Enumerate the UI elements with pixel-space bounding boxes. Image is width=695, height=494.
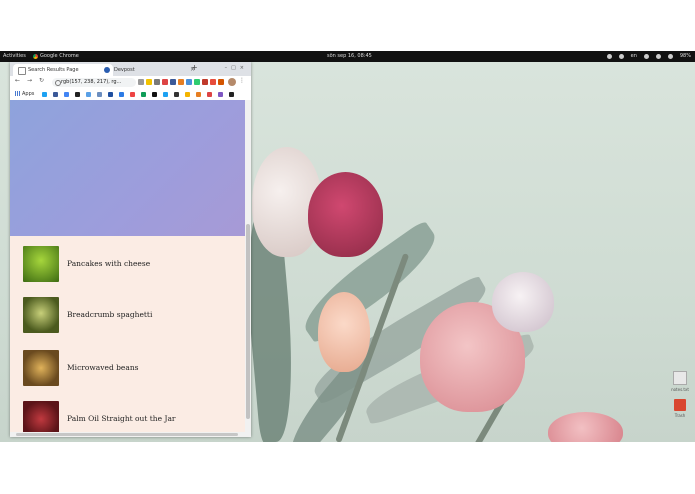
list-item[interactable]: Pancakes with cheese <box>23 246 238 282</box>
bookmark-icon[interactable] <box>130 92 135 97</box>
result-title: Microwaved beans <box>67 363 139 372</box>
extension-icon[interactable] <box>202 79 208 85</box>
bookmark-icon[interactable] <box>97 92 102 97</box>
devpost-icon <box>104 67 110 73</box>
forward-icon[interactable]: → <box>27 77 32 84</box>
gnome-top-bar: Activities Google Chrome sön sep 16, 08:… <box>0 51 695 62</box>
result-title: Pancakes with cheese <box>67 259 151 268</box>
language-indicator[interactable]: en <box>631 51 637 62</box>
extension-icon[interactable] <box>154 79 160 85</box>
desktop-screen: Activities Google Chrome sön sep 16, 08:… <box>0 51 695 442</box>
result-title: Breadcrumb spaghetti <box>67 310 153 319</box>
apps-grid-icon <box>15 91 20 96</box>
page-viewport: Pancakes with cheese Breadcrumb spaghett… <box>10 100 251 437</box>
scrollbar-thumb[interactable] <box>16 433 238 436</box>
file-icon <box>673 371 687 385</box>
result-thumbnail <box>23 350 59 386</box>
chrome-window: Search Results Page × Devpost × + –□× ← … <box>10 62 251 437</box>
battery-percent: 98% <box>679 53 691 59</box>
address-bar[interactable]: rgb(157, 238, 217), rg... <box>52 78 136 87</box>
apps-label: Apps <box>22 91 35 97</box>
desktop-file-icon[interactable]: notes.txt <box>667 371 693 392</box>
trash-icon <box>674 399 686 411</box>
bookmark-icon[interactable] <box>53 92 58 97</box>
bookmark-icon[interactable] <box>64 92 69 97</box>
result-thumbnail <box>23 297 59 333</box>
bookmark-icon[interactable] <box>42 92 47 97</box>
bookmark-icon[interactable] <box>207 92 212 97</box>
desktop-file-label: notes.txt <box>671 387 689 392</box>
system-tray[interactable]: en 98% <box>606 51 691 62</box>
app-menu-label: Google Chrome <box>40 53 79 59</box>
tab-title: Devpost <box>114 67 135 73</box>
app-menu[interactable]: Google Chrome <box>33 51 79 62</box>
bookmark-icon[interactable] <box>119 92 124 97</box>
bookmark-icon[interactable] <box>141 92 146 97</box>
extension-icon[interactable] <box>194 79 200 85</box>
desktop-trash-icon[interactable]: Trash <box>667 399 693 418</box>
chrome-icon <box>33 54 38 59</box>
activities-button[interactable]: Activities <box>3 51 26 62</box>
bookmark-icon[interactable] <box>185 92 190 97</box>
extension-icon[interactable] <box>210 79 216 85</box>
clock[interactable]: sön sep 16, 08:45 <box>327 51 372 62</box>
browser-toolbar: ← → ↻ rgb(157, 238, 217), rg... ⋮ <box>10 76 251 89</box>
menu-icon[interactable]: ⋮ <box>239 77 245 84</box>
bookmark-icon[interactable] <box>75 92 80 97</box>
network-icon <box>606 54 612 59</box>
address-text: rgb(157, 238, 217), rg... <box>61 79 122 85</box>
extension-icon[interactable] <box>218 79 224 85</box>
results-list: Pancakes with cheese Breadcrumb spaghett… <box>10 236 245 437</box>
bookmark-icon[interactable] <box>86 92 91 97</box>
new-tab-button[interactable]: + <box>191 63 198 72</box>
extension-icon[interactable] <box>178 79 184 85</box>
tab-strip: Search Results Page × Devpost × + –□× <box>10 62 251 76</box>
horizontal-scrollbar[interactable] <box>10 432 245 437</box>
result-thumbnail <box>23 246 59 282</box>
bookmark-icon[interactable] <box>108 92 113 97</box>
battery-icon <box>667 54 673 59</box>
page-icon <box>18 67 26 75</box>
wifi-icon <box>643 54 649 59</box>
bookmark-icon[interactable] <box>218 92 223 97</box>
back-icon[interactable]: ← <box>15 77 20 84</box>
tab-search-results[interactable]: Search Results Page × <box>13 64 113 76</box>
chat-icon <box>618 54 624 59</box>
list-item[interactable]: Breadcrumb spaghetti <box>23 297 238 333</box>
window-controls[interactable]: –□× <box>225 65 248 71</box>
tab-devpost[interactable]: Devpost × <box>99 64 199 76</box>
extension-icon[interactable] <box>162 79 168 85</box>
extension-icon[interactable] <box>138 79 144 85</box>
hero-banner <box>10 100 245 236</box>
reload-icon[interactable]: ↻ <box>39 77 44 84</box>
bookmark-icon[interactable] <box>152 92 157 97</box>
bookmark-icon[interactable] <box>229 92 234 97</box>
list-item[interactable]: Microwaved beans <box>23 350 238 386</box>
extension-icon[interactable] <box>186 79 192 85</box>
scrollbar-thumb[interactable] <box>246 224 250 419</box>
profile-avatar[interactable] <box>228 78 236 86</box>
vertical-scrollbar[interactable] <box>245 100 251 437</box>
bookmark-icon[interactable] <box>163 92 168 97</box>
bookmark-icon[interactable] <box>174 92 179 97</box>
apps-shortcut[interactable]: Apps <box>15 89 34 100</box>
bookmark-icon[interactable] <box>196 92 201 97</box>
extension-icon[interactable] <box>146 79 152 85</box>
extension-icon[interactable] <box>170 79 176 85</box>
info-icon <box>55 80 61 86</box>
desktop-trash-label: Trash <box>674 413 686 418</box>
tab-title: Search Results Page <box>28 67 79 73</box>
volume-icon <box>655 54 661 59</box>
